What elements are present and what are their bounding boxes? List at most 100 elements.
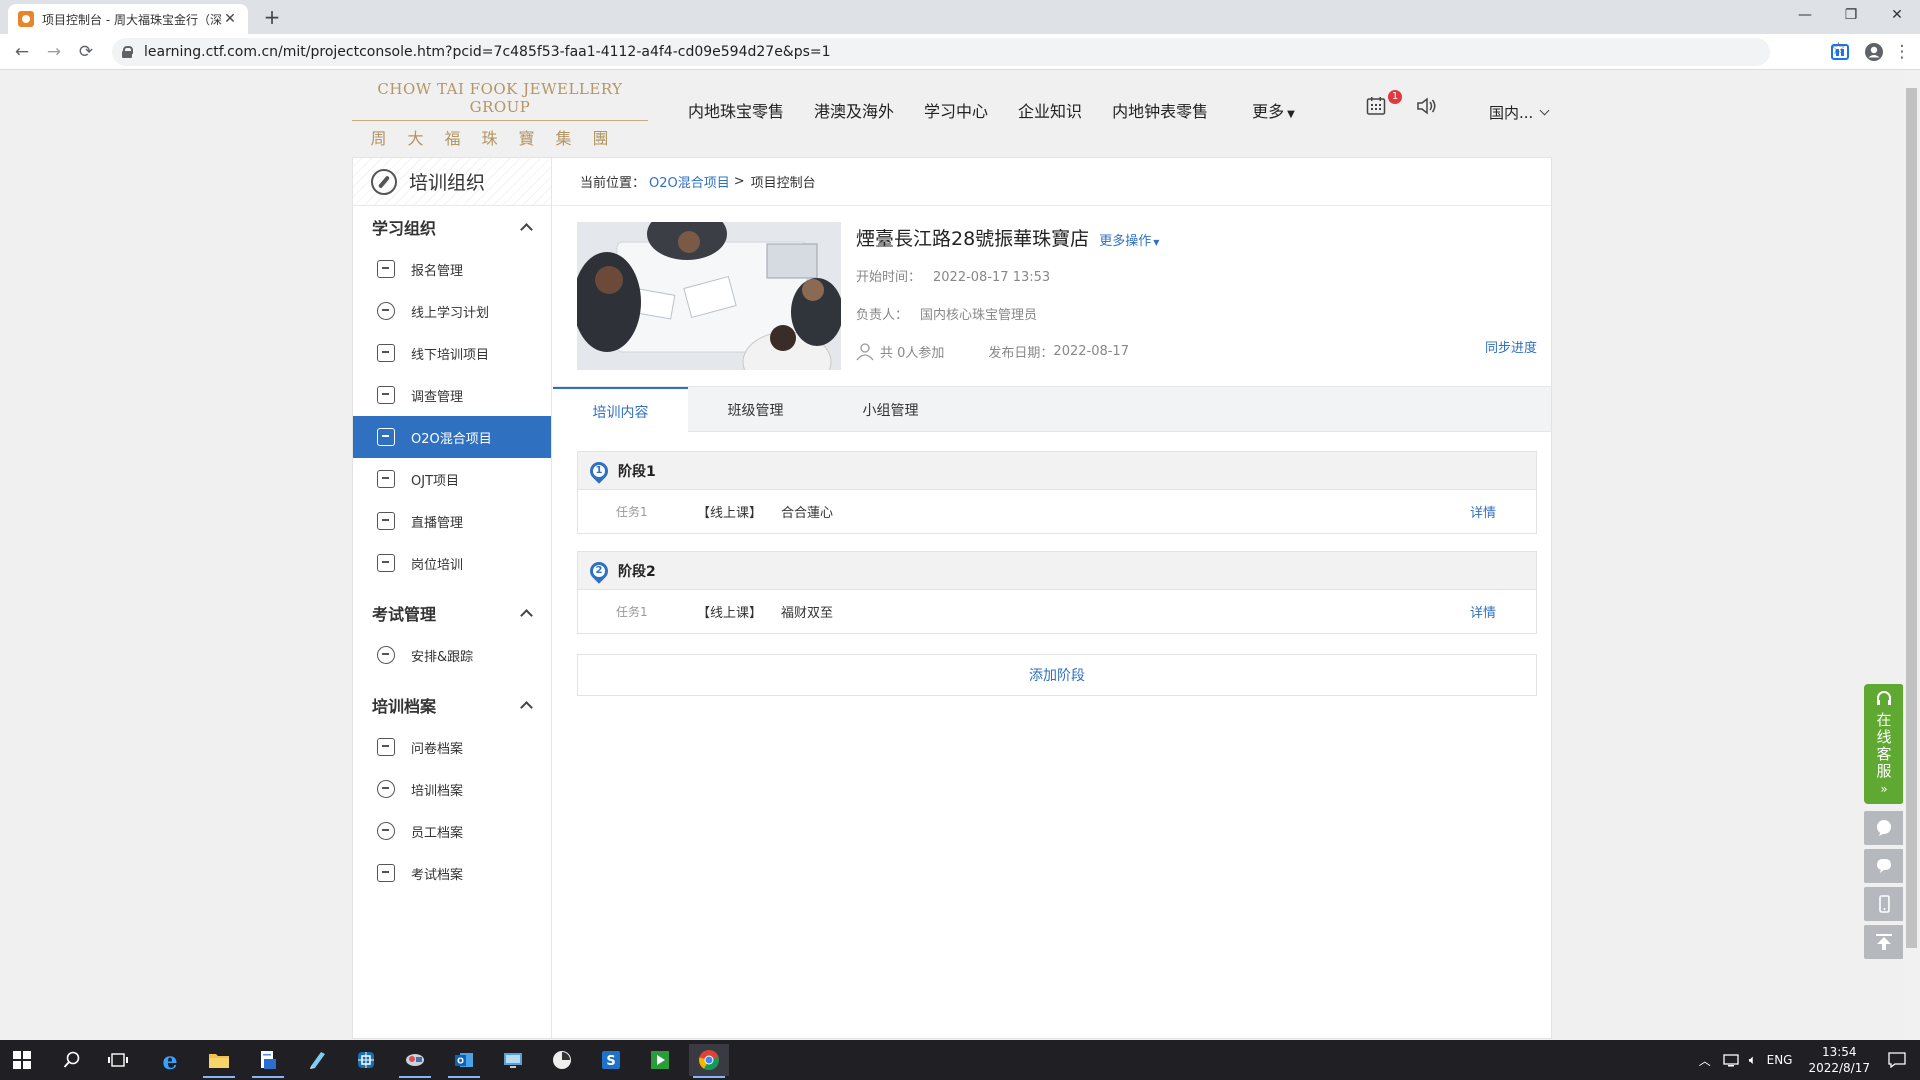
forward-button[interactable]: → [42,40,66,64]
new-tab-button[interactable]: + [258,4,286,30]
more-operations-dropdown[interactable]: 更多操作 ▼ [1099,230,1159,249]
taskbar-app-8[interactable] [493,1044,533,1076]
sidebar-item-live[interactable]: 直播管理 [353,500,551,542]
chat-float-button[interactable] [1864,811,1904,845]
input-language[interactable]: ENG [1767,1053,1793,1067]
nav-item-hk-macau-overseas[interactable]: 港澳及海外 [814,98,894,122]
taskbar-app-5[interactable] [346,1044,386,1076]
close-tab-icon[interactable]: ✕ [222,11,238,27]
nav-item-learning-center[interactable]: 学习中心 [924,98,988,122]
company-logo[interactable]: CHOW TAI FOOK JEWELLERY GROUP 周大福珠寶集團 [352,80,648,149]
profile-avatar-icon[interactable] [1864,42,1884,62]
address-bar[interactable]: learning.ctf.com.cn/mit/projectconsole.h… [112,38,1770,66]
taskbar-chrome[interactable] [689,1044,729,1078]
logo-english: CHOW TAI FOOK JEWELLERY GROUP [377,80,623,116]
tab-group-management[interactable]: 小组管理 [823,387,958,433]
scrollbar-thumb[interactable] [1906,88,1917,948]
nav-item-mainland-watch[interactable]: 内地钟表零售 [1112,98,1208,122]
add-stage-button[interactable]: 添加阶段 [577,654,1537,696]
taskbar-clock[interactable]: 13:54 2022/8/17 [1808,1044,1870,1076]
notifications-icon[interactable] [1888,1052,1906,1068]
remote-desktop-icon [504,1053,522,1068]
sidebar-group-exam[interactable]: 考试管理 [353,592,551,634]
search-button[interactable] [52,1044,92,1076]
nav-item-mainland-jewellery[interactable]: 内地珠宝零售 [688,98,784,122]
content-card: 培训组织 学习组织 报名管理 线上学习计划 线下培训项目 调查管理 O2O混合项… [352,157,1552,1039]
sidebar-group-archives[interactable]: 培训档案 [353,684,551,726]
tab-class-management[interactable]: 班级管理 [688,387,823,433]
task-details-link[interactable]: 详情 [1470,602,1496,621]
sidebar-item-offline-training[interactable]: 线下培训项目 [353,332,551,374]
nav-item-more[interactable]: 更多 ▼ [1252,98,1295,122]
taskbar-app-4[interactable] [297,1044,337,1076]
close-window-button[interactable]: ✕ [1874,0,1920,30]
sidebar-item-label: 岗位培训 [411,557,464,573]
back-button[interactable]: ← [10,40,34,64]
s-app-icon: S [602,1051,620,1069]
message-float-button[interactable] [1864,849,1904,883]
site-favicon-icon [18,11,34,27]
online-customer-service[interactable]: 在线客服 » [1864,684,1904,804]
task-number: 任务1 [616,505,648,519]
sync-progress-link[interactable]: 同步进度 [1485,337,1537,356]
breadcrumb-prefix: 当前位置： [580,176,646,191]
taskbar-ie[interactable]: e [150,1044,190,1076]
taskbar-file-explorer[interactable] [199,1044,239,1078]
system-tray: ︿ 🔈︎ ENG 13:54 2022/8/17 [1699,1040,1920,1080]
minimize-button[interactable]: — [1782,0,1828,30]
tab-training-content[interactable]: 培训内容 [553,387,688,434]
extension-icon[interactable] [1830,42,1850,62]
sidebar-item-label: OJT项目 [411,473,460,489]
compass-icon [371,168,397,195]
sidebar-item-employee-archive[interactable]: 员工档案 [353,810,551,852]
taskbar-outlook[interactable]: O [444,1044,484,1078]
sidebar-item-o2o[interactable]: O2O混合项目 [353,416,551,458]
taskbar-app-11[interactable] [640,1044,680,1076]
sidebar-item-survey-archive[interactable]: 问卷档案 [353,726,551,768]
sidebar-item-registration[interactable]: 报名管理 [353,248,551,290]
caret-down-icon: ▼ [1287,109,1295,120]
user-icon [377,822,395,840]
back-to-top-button[interactable] [1864,925,1904,959]
sidebar-item-ojt[interactable]: OJT项目 [353,458,551,500]
owner-value: 国内核心珠宝管理员 [920,308,1038,323]
sidebar-item-post-training[interactable]: 岗位培训 [353,542,551,584]
browser-menu-icon[interactable]: ⋮ [1890,40,1914,64]
nav-item-enterprise-knowledge[interactable]: 企业知识 [1018,98,1082,122]
sidebar-item-schedule-track[interactable]: 安排&跟踪 [353,634,551,676]
breadcrumb-current: 项目控制台 [750,176,816,191]
tray-expand-icon[interactable]: ︿ [1699,1052,1711,1069]
taskbar-app-9[interactable] [542,1044,582,1076]
taskbar-app-6[interactable] [395,1044,435,1078]
sound-button[interactable] [1416,96,1438,120]
windows-start-button[interactable] [2,1044,42,1076]
page-scrollbar[interactable] [1903,70,1920,1040]
sidebar-item-online-plan[interactable]: 线上学习计划 [353,290,551,332]
restore-button[interactable]: ❐ [1828,0,1874,30]
browser-tab[interactable]: 项目控制台 - 周大福珠宝金行（深 ✕ [8,4,248,34]
customer-service-label: 在线客服 [1874,712,1893,780]
region-selector[interactable]: 国内... [1489,100,1550,124]
reload-button[interactable]: ⟳ [74,40,98,64]
volume-icon[interactable]: 🔈︎ [1749,1053,1757,1068]
clock-time: 13:54 [1821,1045,1857,1059]
taskbar-app-10[interactable]: S [591,1044,631,1076]
participants-count: 共 0人参加 [880,346,945,361]
taskbar-app-3[interactable] [248,1044,288,1078]
sidebar-item-training-archive[interactable]: 培训档案 [353,768,551,810]
calendar-notification[interactable]: 1 [1366,90,1402,120]
sidebar-item-survey[interactable]: 调查管理 [353,374,551,416]
task-details-link[interactable]: 详情 [1470,502,1496,521]
start-time-value: 2022-08-17 13:53 [933,270,1051,285]
sidebar-group-learning-org[interactable]: 学习组织 [353,206,551,248]
more-operations-label: 更多操作 [1099,234,1152,249]
url-text: learning.ctf.com.cn/mit/projectconsole.h… [144,44,831,60]
project-name: 煙臺長江路28號振華珠寶店 [856,228,1090,250]
headset-icon [1877,691,1891,705]
network-icon[interactable] [1723,1053,1741,1067]
task-view-button[interactable] [98,1044,138,1076]
mobile-float-button[interactable] [1864,887,1904,921]
sidebar-item-exam-archive[interactable]: 考试档案 [353,852,551,894]
breadcrumb-link-o2o[interactable]: O2O混合项目 [649,172,730,191]
